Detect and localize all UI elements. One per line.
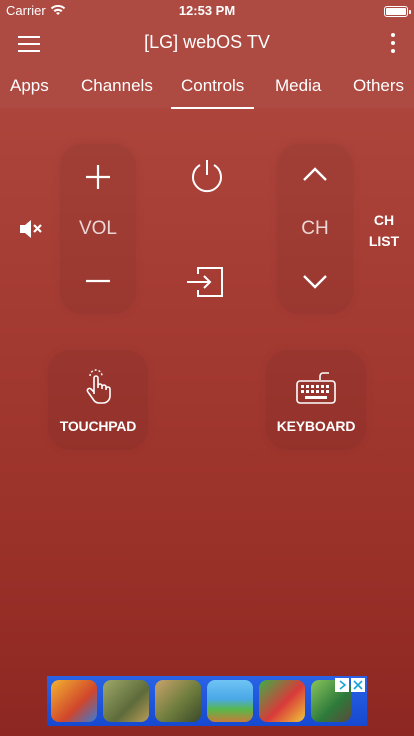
channel-control: CH	[277, 144, 353, 314]
ad-banner[interactable]	[47, 676, 367, 726]
volume-up-icon[interactable]	[85, 164, 111, 190]
keyboard-label: KEYBOARD	[276, 418, 356, 434]
channel-up-icon[interactable]	[302, 166, 328, 182]
channel-list-button[interactable]: CH LIST	[364, 210, 404, 252]
ad-app-thumbnail[interactable]	[155, 680, 201, 722]
volume-control: VOL	[60, 144, 136, 314]
touchpad-button[interactable]: TOUCHPAD	[48, 350, 148, 450]
keyboard-button[interactable]: KEYBOARD	[266, 350, 366, 450]
volume-down-icon[interactable]	[85, 268, 111, 294]
battery-icon	[384, 6, 411, 17]
tab-channels[interactable]: Channels	[81, 76, 153, 96]
ad-close-icon[interactable]	[351, 678, 365, 692]
tab-others[interactable]: Others	[353, 76, 404, 96]
touchpad-label: TOUCHPAD	[59, 418, 137, 434]
more-options-icon[interactable]	[388, 32, 398, 54]
nav-bar: [LG] webOS TV	[0, 22, 414, 64]
tab-controls[interactable]: Controls	[170, 76, 255, 109]
ad-app-thumbnail[interactable]	[259, 680, 305, 722]
volume-label: VOL	[78, 218, 118, 239]
tab-bar: Apps Channels Controls Media Others	[0, 64, 414, 109]
channel-list-label-line2: LIST	[368, 233, 400, 249]
ad-app-thumbnail[interactable]	[207, 680, 253, 722]
mute-icon[interactable]	[18, 218, 44, 240]
keyboard-icon	[296, 372, 336, 404]
tab-media[interactable]: Media	[275, 76, 321, 96]
channel-label: CH	[301, 218, 329, 239]
channel-list-label-line1: CH	[373, 212, 395, 228]
tab-apps[interactable]: Apps	[10, 76, 49, 96]
power-icon[interactable]	[189, 158, 225, 194]
clock: 12:53 PM	[178, 3, 236, 18]
ad-app-thumbnail[interactable]	[103, 680, 149, 722]
ad-info-icon[interactable]	[335, 678, 349, 692]
touch-gesture-icon	[86, 369, 111, 404]
input-source-icon[interactable]	[186, 266, 224, 298]
channel-down-icon[interactable]	[302, 274, 328, 290]
ad-app-thumbnail[interactable]	[51, 680, 97, 722]
status-bar: Carrier 12:53 PM	[0, 0, 414, 22]
page-title: [LG] webOS TV	[144, 32, 270, 52]
